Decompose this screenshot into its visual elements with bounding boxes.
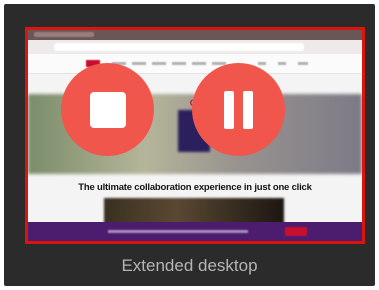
- share-option-tile[interactable]: ClickShare The ultimate collaboration ex…: [4, 4, 375, 286]
- pause-icon: [224, 90, 253, 129]
- pause-button[interactable]: [192, 63, 285, 156]
- browser-toolbar: [28, 40, 362, 54]
- address-bar: [54, 43, 304, 51]
- nav-item: [258, 62, 266, 65]
- cookie-banner: [28, 222, 362, 241]
- browser-titlebar: [28, 30, 362, 40]
- nav-item: [278, 62, 286, 65]
- nav-item: [172, 62, 186, 65]
- nav-item: [152, 62, 166, 65]
- nav-item: [298, 62, 308, 65]
- cookie-text: [108, 230, 248, 233]
- nav-item: [132, 62, 146, 65]
- site-navbar: [28, 54, 362, 74]
- stop-icon: [89, 91, 126, 128]
- stop-button[interactable]: [61, 63, 154, 156]
- nav-item: [192, 62, 206, 65]
- tile-caption: Extended desktop: [121, 256, 258, 275]
- browser-tab: [34, 32, 94, 37]
- cookie-accept-button: [285, 227, 307, 236]
- site-tagline: The ultimate collaboration experience in…: [78, 182, 312, 193]
